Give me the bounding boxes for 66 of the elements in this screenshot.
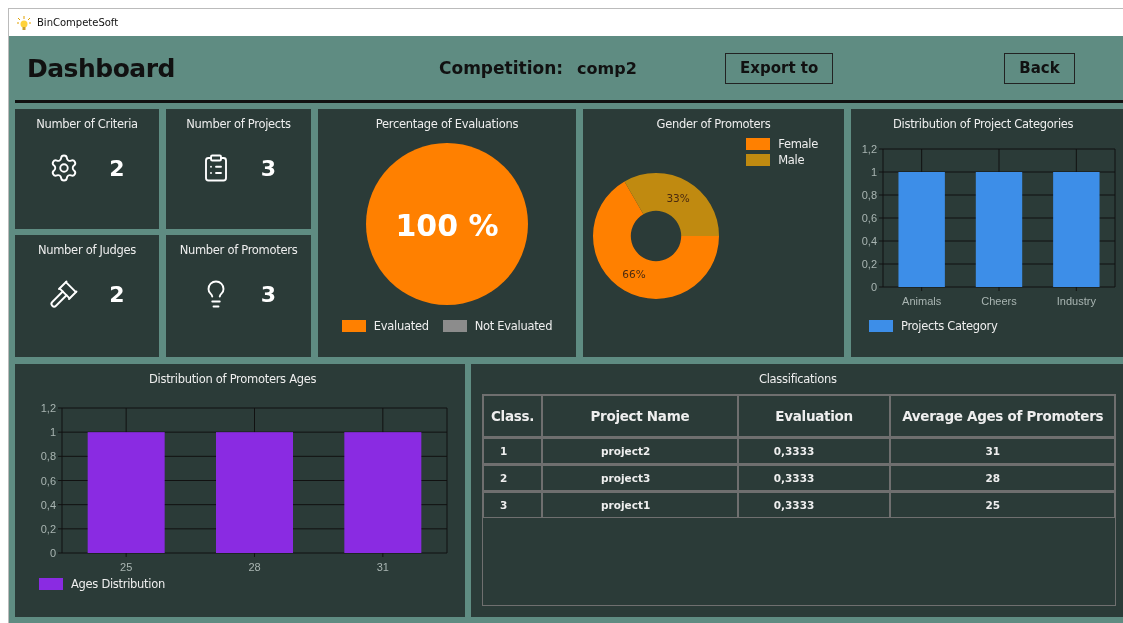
legend-label: Evaluated <box>373 319 429 333</box>
legend-label: Projects Category <box>901 319 998 333</box>
tick-label: 0 <box>870 281 877 293</box>
table-title: Classifications <box>759 372 837 386</box>
export-button[interactable]: Export to <box>725 52 834 84</box>
stat-label: Number of Projects <box>186 117 291 131</box>
category-label: Animals <box>902 295 942 307</box>
lightbulb-icon <box>17 15 31 30</box>
chart-title: Distribution of Project Categories <box>893 117 1074 131</box>
stat-value: 3 <box>260 155 277 181</box>
column-header: Project Name <box>542 395 738 437</box>
tick-label: 0,4 <box>861 235 877 247</box>
competition-label: Competition: <box>439 58 564 78</box>
competition-name: comp2 <box>577 58 638 78</box>
legend-label: Male <box>778 153 805 167</box>
tick-label: 0,8 <box>40 450 56 463</box>
legend-label: Not Evaluated <box>474 319 553 333</box>
page-title: Dashboard <box>27 53 176 83</box>
table-cell: 0,3333 <box>737 437 891 464</box>
window-title: BinCompeteSoft <box>37 17 119 28</box>
chart-title: Distribution of Promoters Ages <box>149 372 317 386</box>
stat-value: 2 <box>109 281 125 307</box>
stat-value: 3 <box>260 281 277 307</box>
chart-title: Gender of Promoters <box>656 117 771 131</box>
table-cell: project2 <box>542 437 738 464</box>
slice-label: 66% <box>622 268 646 281</box>
column-header: Average Ages of Promoters <box>890 395 1115 437</box>
table-cell: 0,3333 <box>737 491 891 518</box>
tick-label: 0,2 <box>40 522 56 535</box>
table-cell: project3 <box>542 464 738 491</box>
gavel-icon <box>49 279 80 309</box>
tick-label: 0,4 <box>40 498 56 511</box>
table-cell: 28 <box>890 464 1115 491</box>
chart-title: Percentage of Evaluations <box>375 117 519 131</box>
tick-label: 0,6 <box>40 474 56 487</box>
stat-label: Number of Promoters <box>179 243 298 257</box>
table-cell: project1 <box>542 491 738 518</box>
table-cell: 31 <box>890 437 1115 464</box>
table-cell: 1 <box>483 437 543 464</box>
stat-value: 2 <box>109 155 125 181</box>
table-cell: 2 <box>483 464 543 491</box>
stat-label: Number of Judges <box>37 243 137 257</box>
table-cell: 25 <box>890 491 1115 518</box>
back-button[interactable]: Back <box>1004 52 1075 84</box>
stat-label: Number of Criteria <box>36 117 138 131</box>
legend-label: Ages Distribution <box>71 577 165 591</box>
tick-label: 0,6 <box>861 212 877 224</box>
category-label: 28 <box>248 561 261 573</box>
tick-label: 1,2 <box>40 402 56 414</box>
percentage-label: 100 % <box>395 208 499 243</box>
tick-label: 0,8 <box>861 189 877 201</box>
tick-label: 0 <box>49 547 56 559</box>
column-header: Class. <box>483 395 543 437</box>
tick-label: 0,2 <box>861 258 877 270</box>
category-label: Industry <box>1056 295 1096 307</box>
legend-label: Female <box>778 137 818 151</box>
column-header: Evaluation <box>737 395 891 437</box>
tick-label: 1 <box>870 166 877 178</box>
category-label: 31 <box>376 561 389 573</box>
tick-label: 1 <box>49 426 56 439</box>
table-cell: 0,3333 <box>737 464 891 491</box>
slice-label: 33% <box>666 191 690 204</box>
tick-label: 1,2 <box>861 143 877 155</box>
category-label: 25 <box>120 561 133 573</box>
category-label: Cheers <box>981 295 1017 307</box>
table-cell: 3 <box>483 491 543 518</box>
